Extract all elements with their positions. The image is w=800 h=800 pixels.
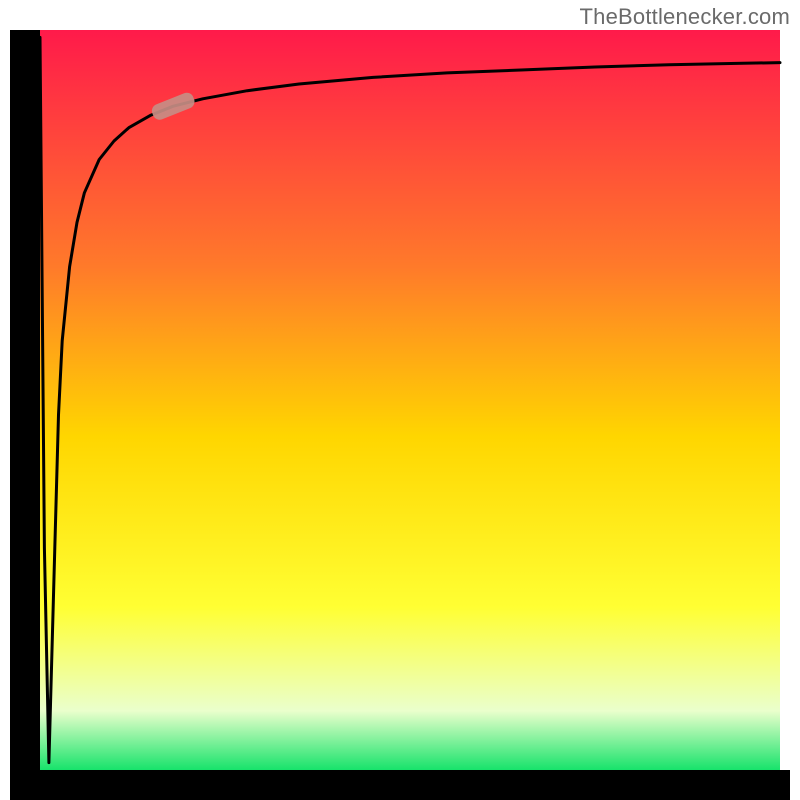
watermark-label: TheBottlenecker.com (580, 4, 790, 30)
bottleneck-chart: TheBottlenecker.com (0, 0, 800, 800)
axis-bottom (10, 770, 790, 800)
axis-left (10, 30, 40, 790)
gradient-background (40, 30, 780, 770)
chart-svg (0, 0, 800, 800)
plot-area (10, 30, 790, 800)
